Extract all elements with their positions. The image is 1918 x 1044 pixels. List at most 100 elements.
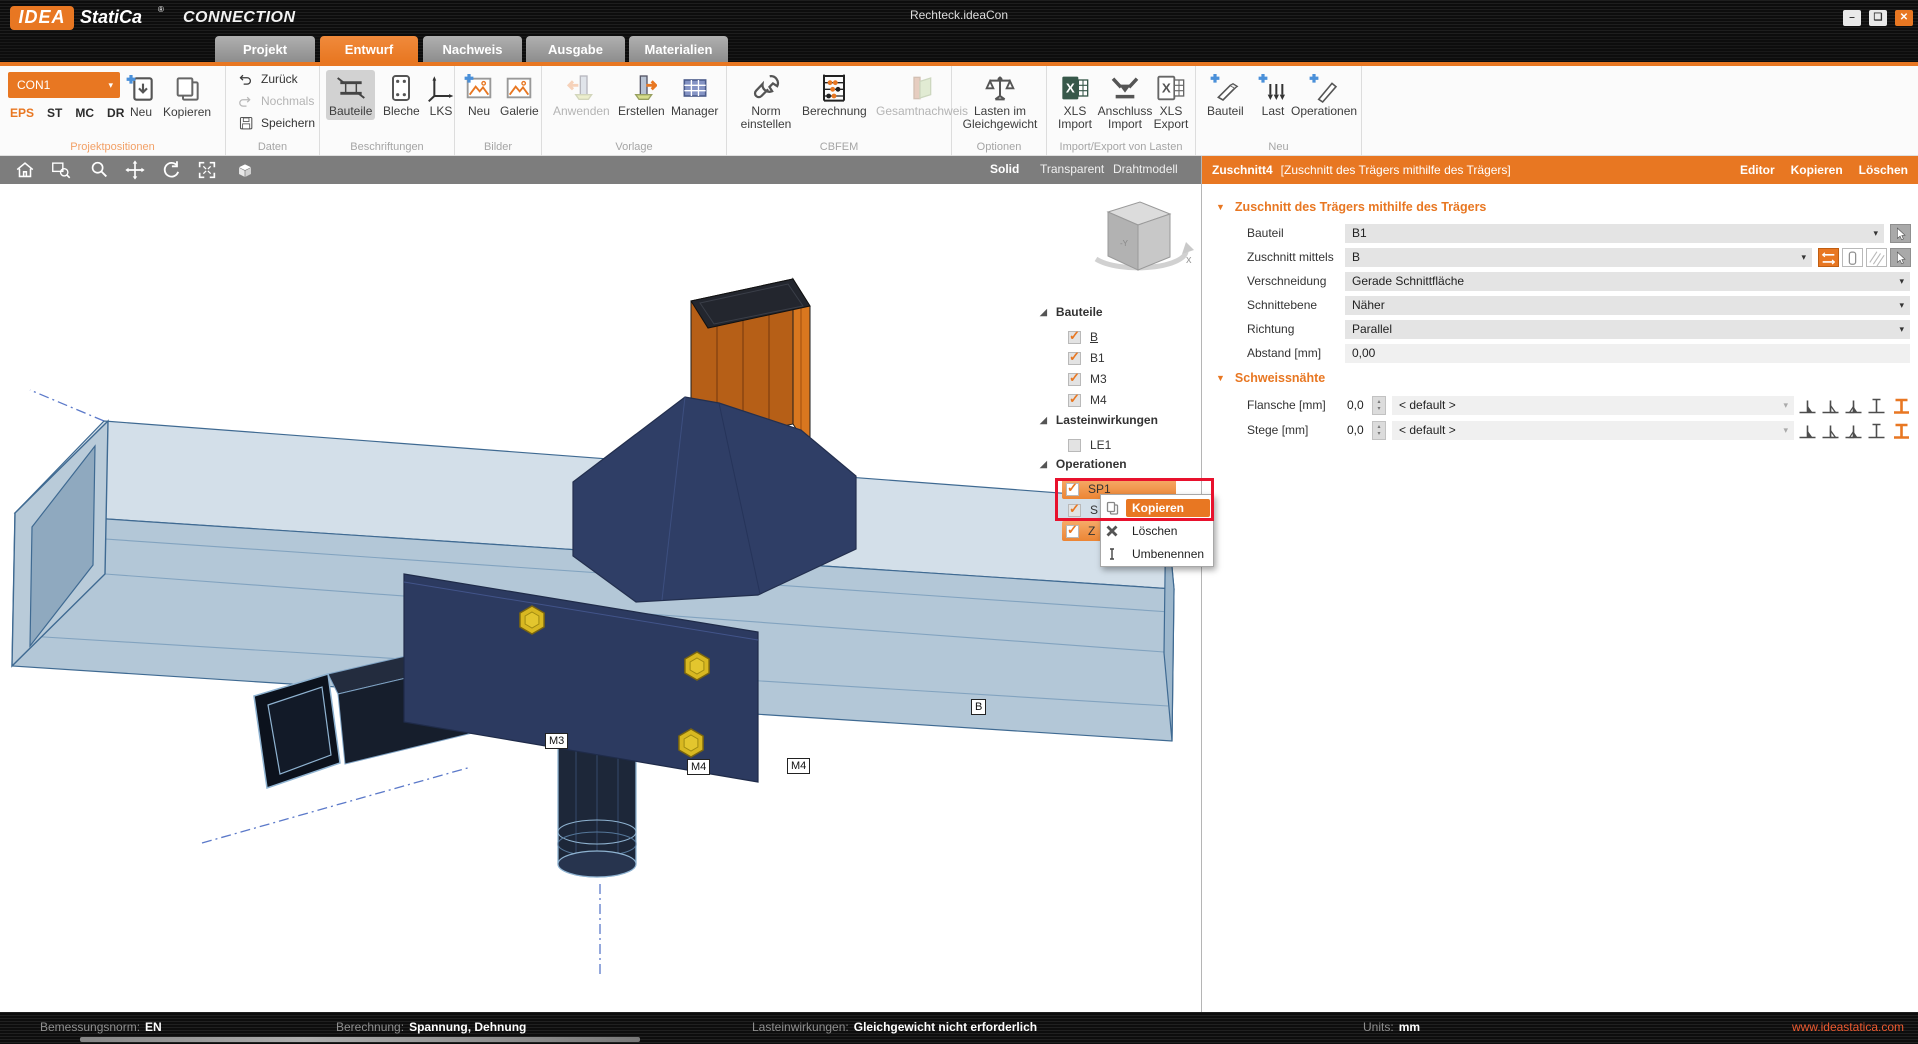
- stege-weld-type-3[interactable]: [1843, 421, 1864, 441]
- tab-entwurf[interactable]: Entwurf: [320, 36, 418, 62]
- xls-import-button[interactable]: XLS Import: [1053, 70, 1097, 134]
- zuschnitt-mittels-select[interactable]: B▾: [1345, 248, 1812, 267]
- loads-equilibrium-button[interactable]: Lasten im Gleichgewicht: [960, 70, 1040, 134]
- tab-materialien[interactable]: Materialien: [629, 36, 728, 62]
- tree-group-operationen[interactable]: ◢ Operationen: [1040, 457, 1127, 471]
- checkbox-checked[interactable]: ✓: [1068, 352, 1081, 365]
- tree-item-b1[interactable]: ✓ B1: [1068, 348, 1105, 368]
- status-units[interactable]: Units:mm: [1363, 1020, 1420, 1034]
- checkbox-unchecked[interactable]: [1068, 439, 1081, 452]
- bauteil-pick-button[interactable]: [1890, 224, 1911, 243]
- maximize-button[interactable]: ❏: [1869, 10, 1887, 26]
- tree-item-m4[interactable]: ✓ M4: [1068, 390, 1107, 410]
- save-button[interactable]: Speichern: [238, 114, 315, 132]
- stege-default-select[interactable]: < default >▾: [1392, 421, 1794, 440]
- calculation-button[interactable]: Berechnung: [799, 70, 870, 120]
- website-link[interactable]: www.ideastatica.com: [1792, 1020, 1904, 1034]
- zoom-icon[interactable]: [86, 159, 112, 181]
- menu-item-kopieren[interactable]: Kopieren: [1102, 496, 1212, 519]
- cut-by-surface-toggle[interactable]: [1866, 248, 1887, 267]
- tree-item-m3[interactable]: ✓ M3: [1068, 369, 1107, 389]
- new-load-button[interactable]: Last: [1254, 70, 1292, 120]
- navigation-cube[interactable]: -Y: [1096, 202, 1194, 270]
- flansche-weld-type-selected[interactable]: [1891, 396, 1912, 416]
- tab-nachweis[interactable]: Nachweis: [423, 36, 522, 62]
- bauteil-select[interactable]: B1▾: [1345, 224, 1884, 243]
- stege-weld-type-4[interactable]: [1866, 421, 1887, 441]
- redo-button[interactable]: Nochmals: [238, 92, 314, 110]
- flansche-weld-type-4[interactable]: [1866, 396, 1887, 416]
- status-design-code[interactable]: Bemessungsnorm:EN: [40, 1020, 162, 1034]
- code-st[interactable]: ST: [47, 106, 62, 120]
- flansche-default-select[interactable]: < default >▾: [1392, 396, 1794, 415]
- verschneidung-select[interactable]: Gerade Schnittfläche▾: [1345, 272, 1910, 291]
- view-mode-wireframe[interactable]: Drahtmodell: [1113, 162, 1178, 176]
- checkbox-checked[interactable]: ✓: [1066, 483, 1079, 496]
- menu-item-loeschen[interactable]: Löschen: [1102, 519, 1212, 542]
- member-m4[interactable]: [558, 744, 636, 877]
- view-mode-solid[interactable]: Solid: [990, 162, 1019, 176]
- flansche-weld-type-1[interactable]: [1797, 396, 1818, 416]
- solid-box-icon[interactable]: [232, 159, 258, 181]
- cube-axis-x-label[interactable]: x: [1186, 254, 1192, 266]
- section-header-welds[interactable]: ▼ Schweissnähte: [1216, 371, 1325, 385]
- xls-export-button[interactable]: XLS Export: [1151, 70, 1191, 134]
- code-mc[interactable]: MC: [75, 106, 94, 120]
- tree-item-sp2[interactable]: ✓ S: [1068, 500, 1098, 520]
- labels-plates-button[interactable]: Bleche: [380, 70, 423, 120]
- template-apply-button[interactable]: Anwenden: [550, 70, 613, 120]
- template-manager-button[interactable]: Manager: [668, 70, 721, 120]
- view-mode-transparent[interactable]: Transparent: [1040, 162, 1104, 176]
- picture-gallery-button[interactable]: Galerie: [497, 70, 542, 120]
- tree-group-lasteinwirkungen[interactable]: ◢ Lasteinwirkungen: [1040, 413, 1158, 427]
- labels-members-button[interactable]: Bauteile: [326, 70, 375, 120]
- copy-operation-button[interactable]: Kopieren: [1791, 163, 1843, 177]
- collapse-icon[interactable]: ▼: [1216, 373, 1225, 383]
- zoom-fit-icon[interactable]: [194, 159, 220, 181]
- flansche-value[interactable]: 0,0: [1347, 398, 1364, 412]
- new-position-button[interactable]: Neu: [122, 71, 160, 121]
- collapse-icon[interactable]: ▼: [1216, 202, 1225, 212]
- richtung-select[interactable]: Parallel▾: [1345, 320, 1910, 339]
- zoom-window-icon[interactable]: [48, 159, 74, 181]
- picture-new-button[interactable]: Neu: [460, 70, 498, 120]
- new-operation-button[interactable]: Operationen: [1288, 70, 1360, 120]
- editor-button[interactable]: Editor: [1740, 163, 1775, 177]
- zuschnitt-pick-button[interactable]: [1890, 248, 1911, 267]
- rotate-icon[interactable]: [158, 159, 184, 181]
- tree-item-zuschnitt[interactable]: ✓ Z: [1062, 521, 1102, 541]
- tree-item-b[interactable]: ✓ B: [1068, 327, 1098, 347]
- schnittebene-select[interactable]: Näher▾: [1345, 296, 1910, 315]
- pan-icon[interactable]: [122, 159, 148, 181]
- 3d-scene[interactable]: -Y: [0, 184, 1202, 1012]
- connection-import-button[interactable]: Anschluss Import: [1099, 70, 1151, 134]
- tab-ausgabe[interactable]: Ausgabe: [526, 36, 625, 62]
- template-create-button[interactable]: Erstellen: [615, 70, 668, 120]
- expander-icon[interactable]: ◢: [1040, 307, 1047, 318]
- delete-operation-button[interactable]: Löschen: [1859, 163, 1908, 177]
- checkbox-checked[interactable]: ✓: [1068, 373, 1081, 386]
- section-header-cut[interactable]: ▼ Zuschnitt des Trägers mithilfe des Trä…: [1216, 200, 1486, 214]
- tree-item-le1[interactable]: LE1: [1068, 435, 1111, 455]
- project-item-combo[interactable]: CON1▾: [8, 72, 120, 98]
- expander-icon[interactable]: ◢: [1040, 415, 1047, 426]
- stege-spinner[interactable]: ▴▾: [1372, 421, 1386, 440]
- close-button[interactable]: ✕: [1895, 10, 1913, 26]
- stege-weld-type-selected[interactable]: [1891, 421, 1912, 441]
- tree-group-bauteile[interactable]: ◢ Bauteile: [1040, 305, 1103, 319]
- minimize-button[interactable]: –: [1843, 10, 1861, 26]
- tab-projekt[interactable]: Projekt: [215, 36, 315, 62]
- home-view-icon[interactable]: [12, 159, 38, 181]
- copy-position-button[interactable]: Kopieren: [160, 71, 214, 121]
- stege-value[interactable]: 0,0: [1347, 423, 1364, 437]
- new-member-button[interactable]: Bauteil: [1204, 70, 1247, 120]
- checkbox-checked[interactable]: ✓: [1066, 525, 1079, 538]
- flansche-weld-type-3[interactable]: [1843, 396, 1864, 416]
- checkbox-checked[interactable]: ✓: [1068, 504, 1081, 517]
- status-analysis-type[interactable]: Berechnung:Spannung, Dehnung: [336, 1020, 526, 1034]
- checkbox-checked[interactable]: ✓: [1068, 331, 1081, 344]
- checkbox-checked[interactable]: ✓: [1068, 394, 1081, 407]
- code-setup-button[interactable]: Norm einstellen: [737, 70, 795, 134]
- menu-item-umbenennen[interactable]: Umbenennen: [1102, 542, 1212, 565]
- abstand-input[interactable]: 0,00: [1345, 344, 1910, 363]
